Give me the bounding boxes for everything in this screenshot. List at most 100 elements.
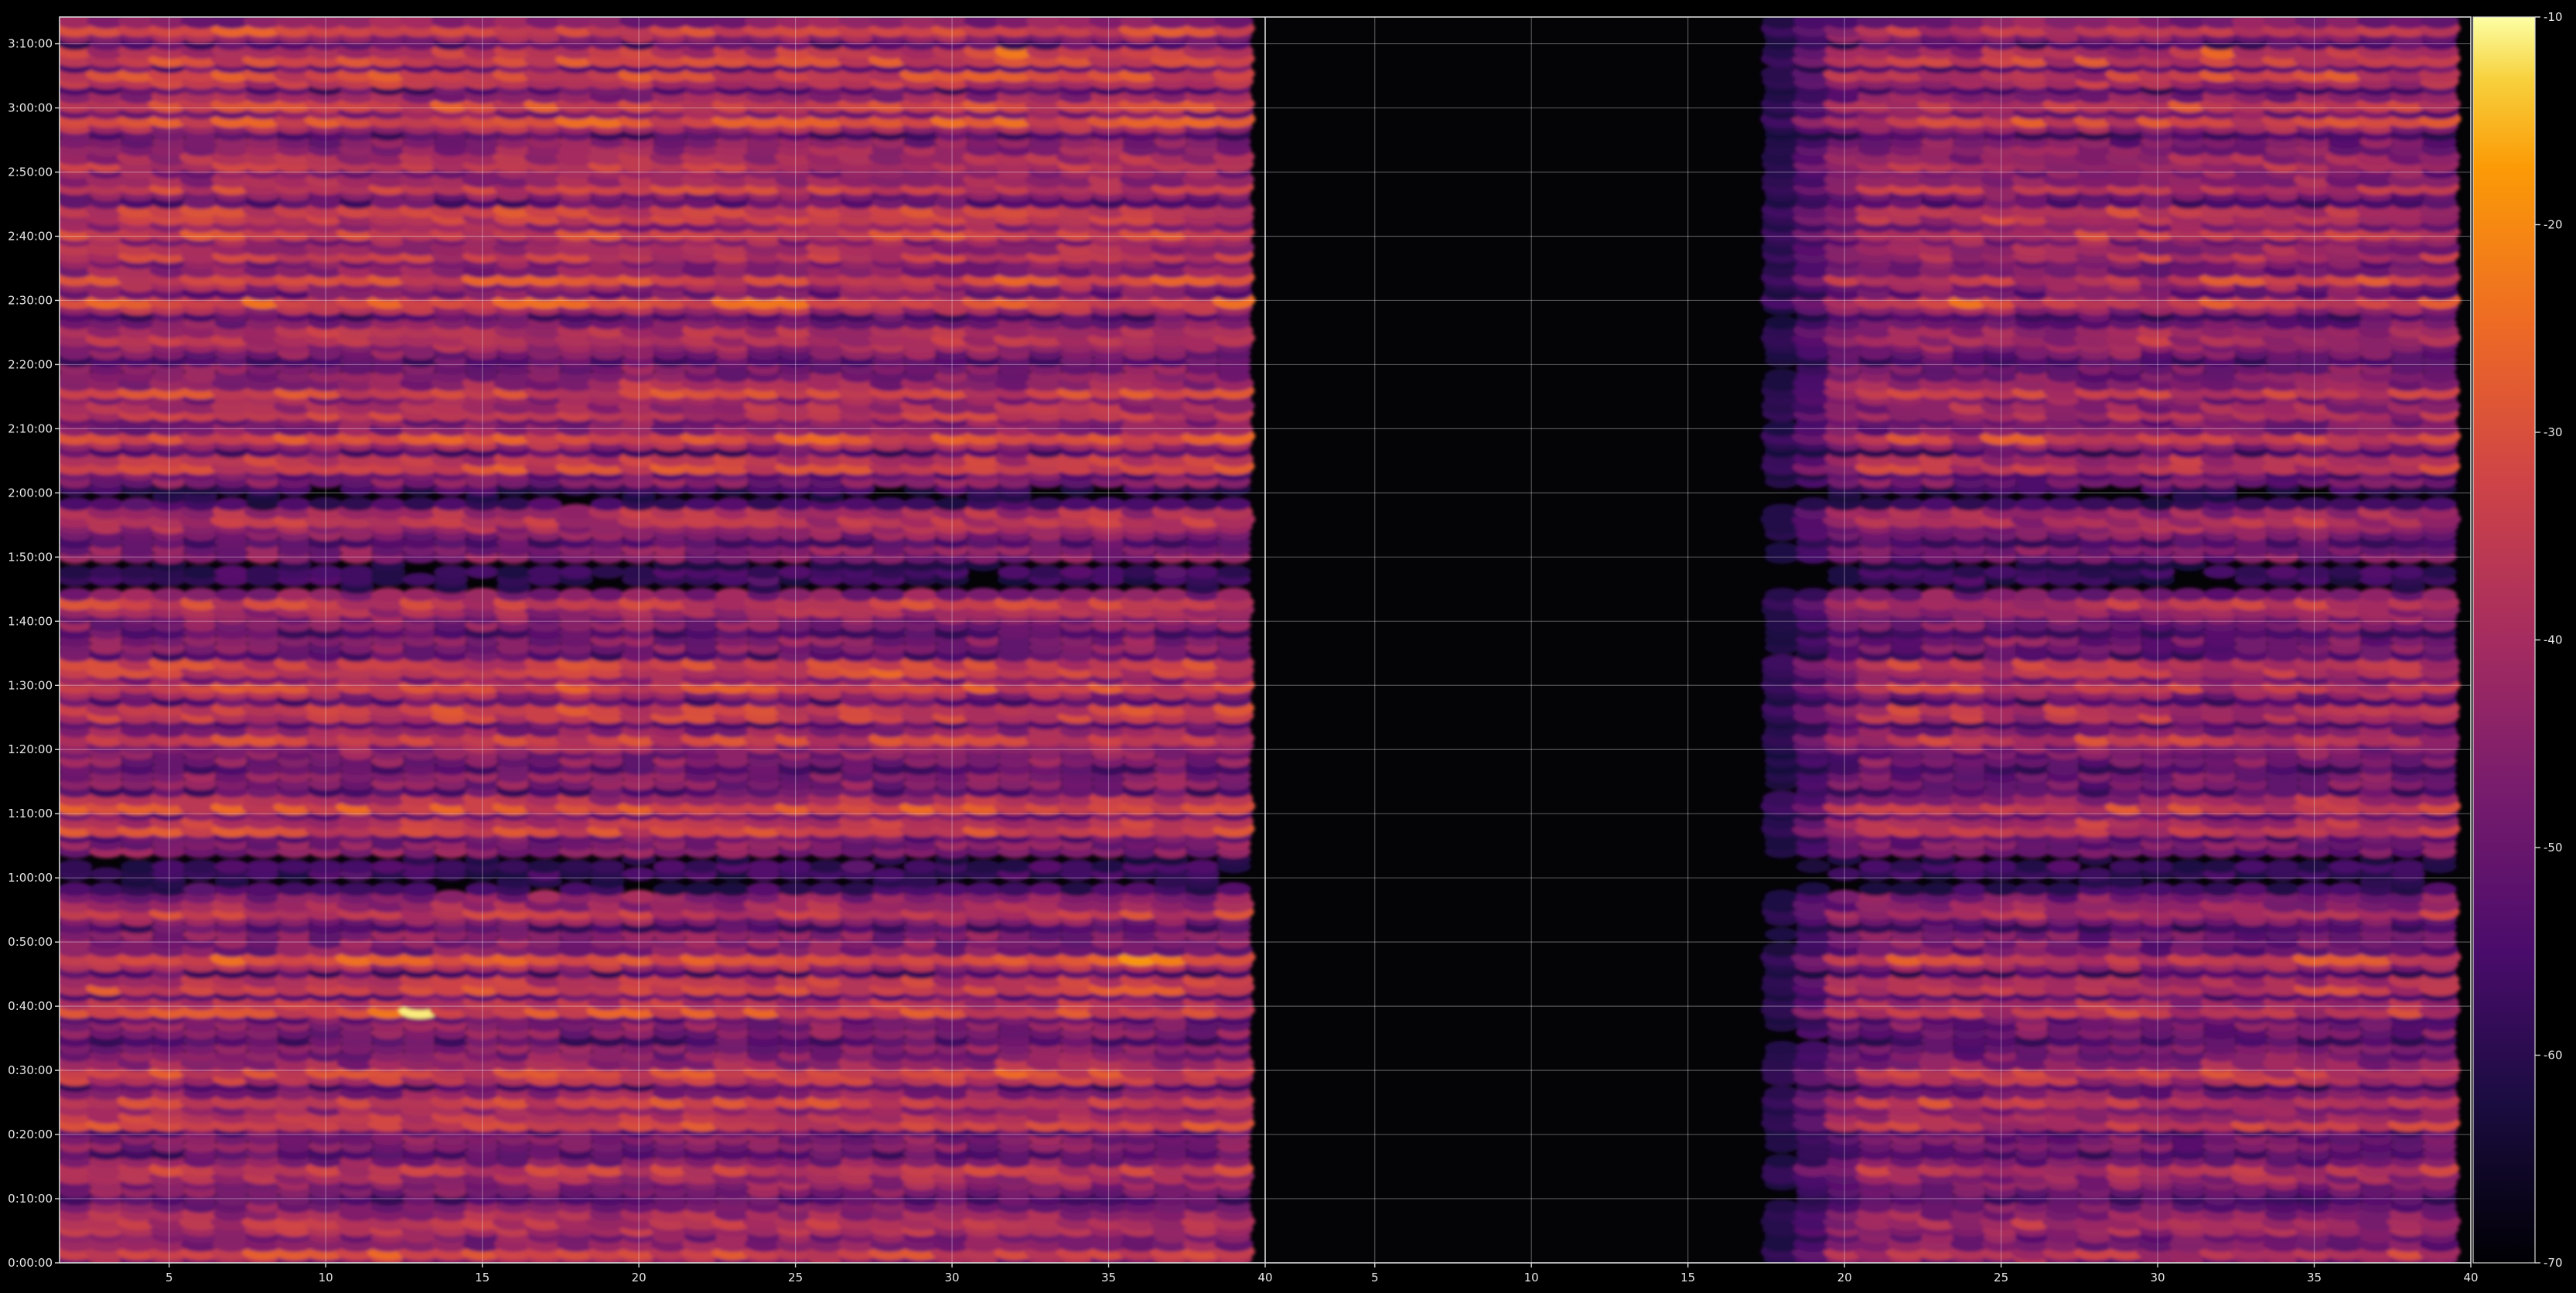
heatmap-cell [89,867,124,881]
heatmap-cell [715,882,750,896]
heatmap-cell [214,859,250,874]
heatmap-cell [841,588,875,602]
heatmap-cell [120,497,155,511]
heatmap-cell [277,497,312,511]
heatmap-cell [214,565,250,579]
heatmap-cell [997,588,1032,602]
heatmap-cell [966,588,1001,602]
heatmap-cell [684,497,719,511]
heatmap-cell [872,588,907,602]
heatmap-cell [903,588,938,602]
heatmap-cell [89,882,124,896]
heatmap-cell [339,882,375,896]
heatmap-cell [183,859,218,874]
heatmap-cell [872,867,907,881]
heatmap-cell [402,882,437,896]
heatmap-cell [433,889,469,904]
heatmap-cell [277,588,312,602]
heatmap-cell [120,588,155,602]
heatmap-cell [245,588,281,602]
heatmap-cell [997,859,1032,874]
heatmap-cell [997,565,1032,579]
heatmap-cell [60,497,93,511]
heatmap-cell [1216,565,1251,579]
heatmap-cell [120,565,155,579]
heatmap-cell [746,565,782,579]
heatmap-cell [183,588,218,602]
heatmap-cell [496,859,531,874]
heatmap-cell [433,565,469,579]
heatmap-cell [339,859,375,874]
heatmap-cell [1216,588,1251,602]
heatmap-cell [60,565,93,579]
heatmap-cell [653,882,688,896]
heatmap-cell [433,859,469,874]
heatmap-cell [527,889,563,904]
heatmap-cell [527,565,562,579]
heatmap-cell [684,859,719,874]
heatmap-cell [841,497,875,511]
heatmap-cell [558,882,594,896]
heatmap-cell [653,588,688,602]
heatmap-cell [841,859,875,874]
plot-area [59,16,2472,1264]
heatmap-cell [496,497,531,511]
heatmap-cell [1216,497,1251,511]
heatmap-cell [872,497,907,511]
heatmap-cell [433,497,469,511]
heatmap-cell [245,859,281,874]
heatmap-cell [558,565,594,579]
heatmap-cell [527,859,562,874]
heatmap-cell [1154,497,1189,511]
heatmap-cell [183,565,218,579]
heatmap-cell [370,497,406,511]
heatmap-cell [1122,565,1158,579]
spectrogram-figure: 0:00:000:10:000:20:000:30:000:40:000:50:… [0,0,2576,1293]
heatmap-cell [1185,859,1220,874]
heatmap-cell [558,859,594,874]
heatmap-cell [89,588,124,602]
heatmap-cell [370,588,406,602]
heatmap-cell [1185,497,1220,511]
heatmap-cell [997,882,1032,896]
heatmap-cell [558,588,594,602]
heatmap-cell [1059,859,1095,874]
heatmap-cell [60,882,93,896]
heatmap-cell [245,565,281,579]
heatmap-cell [402,588,437,602]
heatmap-cell [402,572,437,587]
heatmap-cell [746,497,782,511]
heatmap-cells-left [60,17,1256,1263]
heatmap-cell [590,588,625,602]
heatmap-cell [245,882,281,896]
heatmap-cell [715,588,750,602]
heatmap-cell [402,497,437,511]
heatmap-cell [1122,882,1158,896]
heatmap-cell [966,859,1001,874]
heatmap-cell [809,859,844,874]
heatmap-cell [89,497,124,511]
heatmap-cell [841,882,875,896]
heatmap-cell [1029,588,1063,602]
heatmap-cell [1059,882,1095,896]
heatmap-cell [590,565,625,579]
heatmap-cell [903,859,938,874]
heatmap-cell [370,882,406,896]
heatmap-cell [1154,565,1189,579]
heatmap-cell [1029,859,1063,874]
heatmap-cell [966,882,1001,896]
heatmap-cell [214,497,250,511]
heatmap-cell [684,882,719,896]
heatmap-cell [1029,497,1063,511]
heatmap-cell [1029,882,1063,896]
heatmap-cell [653,497,688,511]
heatmap-cell [1216,882,1251,896]
heatmap-cell [1154,588,1189,602]
heatmap-cell [339,497,375,511]
heatmap-cell [60,588,93,602]
heatmap-cell [653,859,688,874]
heatmap-cell [89,565,124,579]
heatmap-cell [715,497,750,511]
heatmap-cell [590,859,625,874]
heatmap-cell [809,588,844,602]
